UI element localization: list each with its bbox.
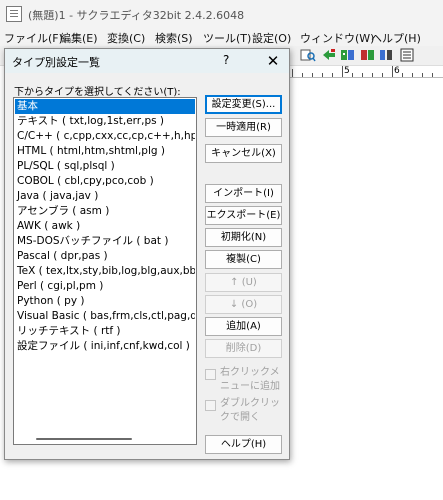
app-icon [6,6,22,22]
grep-icon[interactable] [300,48,316,62]
help-icon[interactable]: ? [223,53,229,67]
list-item[interactable]: PL/SQL ( sql,plsql ) [15,159,195,174]
list-item[interactable]: Java ( java,jav ) [15,189,195,204]
ruler-tick [302,73,303,77]
delete-button[interactable]: 削除(D) [205,339,282,358]
type-list[interactable]: 基本 テキスト ( txt,log,1st,err,ps ) C/C++ ( c… [13,97,197,445]
export-button[interactable]: エクスポート(E) [205,206,282,225]
list-item[interactable]: 基本 [15,99,195,114]
tag-back-icon[interactable] [340,48,356,62]
list-item[interactable]: MS-DOSバッチファイル ( bat ) [15,234,195,249]
list-item[interactable]: HTML ( html,htm,shtml,plg ) [15,144,195,159]
checkbox-label: ダブルクリックで開く [220,398,280,423]
checkbox-box[interactable] [205,369,216,380]
list-item[interactable]: Python ( py ) [15,294,195,309]
outline-icon[interactable] [379,48,395,62]
list-item[interactable]: 設定ファイル ( ini,inf,cnf,kwd,col ) [15,339,195,354]
list-item[interactable]: アセンブラ ( asm ) [15,204,195,219]
list-item[interactable]: Visual Basic ( bas,frm,cls,ctl,pag,dob,d… [15,309,195,324]
ruler-mark-6: 6 [394,66,400,76]
ruler-tick [332,73,333,77]
help-button[interactable]: ヘルプ(H) [205,435,282,454]
ruler-tick [312,73,313,77]
ruler-tick [432,73,433,77]
list-item[interactable]: C/C++ ( c,cpp,cxx,cc,cp,c++,h,hpp,hxx ) [15,129,195,144]
ruler-cursor-tick [292,69,293,77]
type-settings-dialog: タイプ別設定一覧 ? ✕ 下からタイプを選択してください(T): 基本 テキスト… [4,48,290,460]
import-button[interactable]: インポート(I) [205,184,282,203]
ruler-tick [352,73,353,77]
menu-edit[interactable]: 編集(E) [60,30,98,46]
checkbox-label: 右クリックメニューに追加 [220,367,280,392]
list-item[interactable]: AWK ( awk ) [15,219,195,234]
close-icon[interactable]: ✕ [258,49,288,73]
ruler-tick [342,66,343,77]
list-item[interactable]: テキスト ( txt,log,1st,err,ps ) [15,114,195,129]
move-down-button[interactable]: ↓ (O) [205,295,282,314]
menu-convert[interactable]: 変換(C) [107,30,145,46]
change-settings-button[interactable]: 設定変更(S)... [205,95,282,114]
ruler-tick [322,73,323,77]
ruler-tick [362,73,363,77]
cancel-button[interactable]: キャンセル(X) [205,144,282,163]
menu-tools[interactable]: ツール(T) [203,30,251,46]
list-item[interactable]: Pascal ( dpr,pas ) [15,249,195,264]
ruler: 5 6 [290,66,443,78]
ruler-tick [422,73,423,77]
type-list-label: 下からタイプを選択してください(T): [14,87,181,98]
menu-search[interactable]: 検索(S) [155,30,193,46]
list-item[interactable]: Perl ( cgi,pl,pm ) [15,279,195,294]
ruler-tick [402,73,403,77]
initialize-button[interactable]: 初期化(N) [205,228,282,247]
move-up-button[interactable]: ↑ (U) [205,273,282,292]
dialog-title: タイプ別設定一覧 [12,56,100,69]
menu-help[interactable]: ヘルプ(H) [371,30,421,46]
apply-temporarily-button[interactable]: 一時適用(R) [205,118,282,137]
menu-window[interactable]: ウィンドウ(W) [300,30,374,46]
list-item[interactable]: リッチテキスト ( rtf ) [15,324,195,339]
ruler-mark-5: 5 [344,66,350,76]
menu-settings[interactable]: 設定(O) [252,30,291,46]
app-title: (無題)1 - サクラエディタ32bit 2.4.2.6048 [28,9,245,22]
editor-area[interactable] [290,79,443,500]
horizontal-scrollbar[interactable] [36,438,132,440]
list-item[interactable]: COBOL ( cbl,cpy,pco,cob ) [15,174,195,189]
duplicate-button[interactable]: 複製(C) [205,250,282,269]
menubar: ファイル(F) 編集(E) 変換(C) 検索(S) ツール(T) 設定(O) ウ… [0,28,443,46]
view-mode-icon[interactable] [360,48,376,62]
menu-file[interactable]: ファイル(F) [4,30,63,46]
ruler-tick [372,73,373,77]
dialog-titlebar[interactable]: タイプ別設定一覧 ? ✕ [5,49,289,73]
ruler-tick [382,73,383,77]
function-list-icon[interactable] [400,48,416,62]
tag-jump-icon[interactable] [321,48,337,62]
list-item[interactable]: TeX ( tex,ltx,sty,bib,log,blg,aux,bbl,to… [15,264,195,279]
app-titlebar: (無題)1 - サクラエディタ32bit 2.4.2.6048 [0,0,443,28]
add-button[interactable]: 追加(A) [205,317,282,336]
checkbox-box[interactable] [205,400,216,411]
ruler-tick [412,73,413,77]
ruler-tick [392,66,393,77]
